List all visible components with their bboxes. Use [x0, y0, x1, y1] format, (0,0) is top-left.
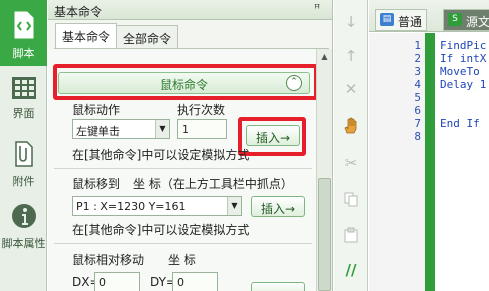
- normal-view-icon: ▤: [380, 13, 394, 26]
- line-number: 4: [414, 78, 421, 91]
- point-select[interactable]: P1 : X=1230 Y=161 ▼: [72, 196, 242, 216]
- mouse-action-hint: 在[其他命令]中可以设定模拟方式: [72, 148, 250, 162]
- panel-header: 基本命令 ꟸ: [48, 0, 332, 20]
- move-up-icon[interactable]: ↑: [339, 45, 363, 67]
- tab-normal-view[interactable]: ▤ 普通: [375, 9, 428, 31]
- sidebar-item-label: 脚本: [12, 47, 35, 60]
- line-number: 8: [414, 130, 421, 143]
- source-view-icon: S: [448, 13, 462, 26]
- dy-input[interactable]: 0: [172, 272, 218, 291]
- sidebar-item-label: 附件: [12, 175, 35, 188]
- mouse-relative-label: 鼠标相对移动: [72, 253, 145, 267]
- sidebar-item-label: 脚本属性: [1, 237, 46, 250]
- script-icon: [14, 11, 33, 39]
- mouse-move-hint: 在[其他命令]中可以设定模拟方式: [72, 223, 250, 237]
- paperclip-icon: [14, 141, 33, 167]
- comment-icon[interactable]: //: [339, 259, 363, 281]
- hand-icon[interactable]: [339, 115, 363, 137]
- command-panel: 基本命令 ꟸ 基本命令 全部命令 鼠标命令 ⌃ 鼠标动作 执行次数 左键单击 ▼…: [48, 0, 333, 291]
- mouse-section-header[interactable]: 鼠标命令 ⌃: [58, 72, 310, 94]
- insert-button-relative[interactable]: [251, 282, 305, 291]
- section-divider: [54, 243, 312, 244]
- exec-count-input[interactable]: 1: [177, 119, 227, 139]
- exec-count-label: 执行次数: [177, 103, 226, 117]
- line-number: 3: [414, 65, 421, 78]
- line-number: 5: [414, 91, 421, 104]
- mouse-move-label: 鼠标移到: [72, 177, 121, 191]
- mouse-action-select[interactable]: 左键单击 ▼: [72, 119, 170, 139]
- editor-tabs: ▤ 普通 S 源文: [369, 0, 489, 32]
- vertical-toolbar: ↓ ↑ ✕ ✂ //: [334, 0, 368, 291]
- line-number: 2: [414, 52, 421, 65]
- paste-icon[interactable]: [339, 224, 363, 246]
- chevron-down-icon: ▼: [227, 197, 241, 215]
- code-line[interactable]: End If: [440, 117, 480, 130]
- insert-button-mouse-action[interactable]: 插入→: [246, 125, 300, 146]
- code-line[interactable]: FindPic: [440, 39, 486, 52]
- line-number: 7: [414, 117, 421, 130]
- tab-normal-label: 普通: [398, 15, 423, 29]
- point-value: P1 : X=1230 Y=161: [76, 200, 186, 213]
- line-number: 1: [414, 39, 421, 52]
- code-line[interactable]: Delay 1: [440, 78, 486, 91]
- line-number: 6: [414, 104, 421, 117]
- delete-icon[interactable]: ✕: [339, 78, 363, 100]
- gutter-marker-bar: [425, 33, 435, 291]
- sidebar-item-attachment[interactable]: 附件: [0, 138, 47, 194]
- scroll-up-arrow-icon[interactable]: ▲: [318, 52, 331, 61]
- mouse-move-coord-label: 坐 标（在上方工具栏中抓点）: [133, 177, 293, 191]
- tab-source-view[interactable]: S 源文: [443, 9, 489, 31]
- mouse-action-value: 左键单击: [76, 125, 120, 138]
- sidebar-item-ui[interactable]: 界面: [0, 76, 47, 130]
- tab-basic-commands[interactable]: 基本命令: [55, 23, 118, 49]
- pin-icon[interactable]: ꟸ: [314, 2, 320, 15]
- info-icon: [11, 204, 36, 228]
- mouse-action-label: 鼠标动作: [72, 103, 121, 117]
- grid-icon: [11, 77, 36, 99]
- tab-source-label: 源文: [466, 15, 489, 29]
- sidebar-item-script-properties[interactable]: 脚本属性: [0, 202, 47, 262]
- code-editor: ▤ 普通 S 源文 1 2 3 4 5 6 7 8 FindPic If int…: [369, 0, 489, 291]
- move-down-icon[interactable]: ↓: [339, 11, 363, 33]
- mouse-section-title: 鼠标命令: [159, 78, 208, 92]
- left-sidebar: 脚本 界面 附件 脚本属性: [0, 0, 47, 291]
- dx-input[interactable]: 0: [94, 272, 140, 291]
- cut-icon[interactable]: ✂: [339, 152, 363, 174]
- collapse-icon[interactable]: ⌃: [286, 75, 302, 91]
- copy-icon[interactable]: [339, 188, 363, 210]
- sidebar-item-label: 界面: [12, 107, 35, 120]
- section-divider: [54, 168, 312, 169]
- panel-title: 基本命令: [54, 5, 103, 19]
- scrollbar-thumb[interactable]: [318, 178, 331, 291]
- tab-all-commands[interactable]: 全部命令: [116, 25, 179, 49]
- sidebar-item-script[interactable]: 脚本: [0, 0, 47, 66]
- chevron-down-icon: ▼: [155, 120, 169, 138]
- code-line[interactable]: MoveTo: [440, 65, 480, 78]
- code-line[interactable]: If intX: [440, 52, 486, 65]
- insert-button-mouse-move[interactable]: 插入→: [251, 196, 305, 217]
- mouse-relative-coord-label: 坐 标: [168, 253, 196, 267]
